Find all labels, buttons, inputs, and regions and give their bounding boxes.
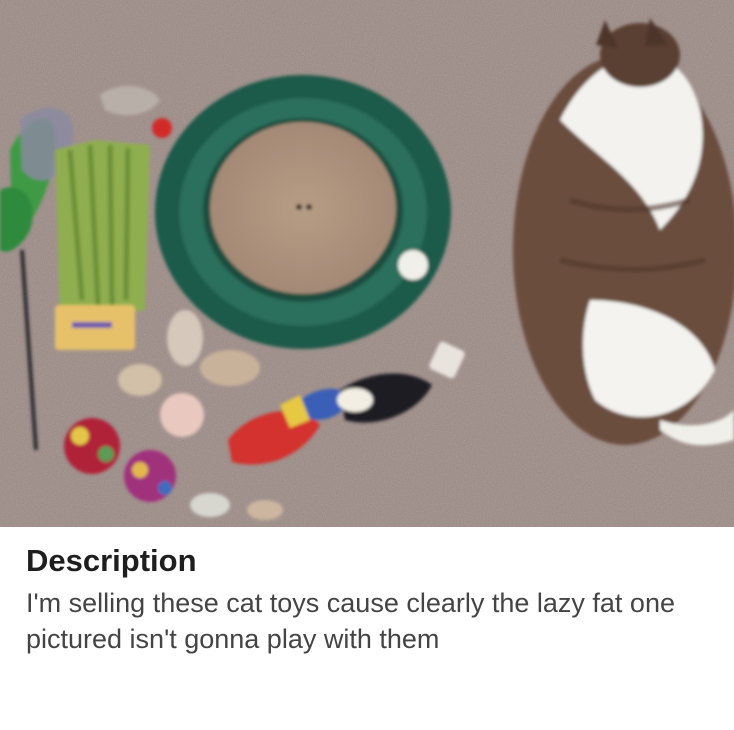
description-heading: Description: [26, 543, 197, 578]
description-section: Description I'm selling these cat toys c…: [0, 527, 734, 730]
listing-photo: [0, 0, 734, 527]
circular-track-toy: [155, 75, 451, 349]
description-text: I'm selling these cat toys cause clearly…: [26, 588, 675, 654]
cat-toys-photo: [0, 0, 734, 527]
white-ball: [398, 250, 428, 280]
